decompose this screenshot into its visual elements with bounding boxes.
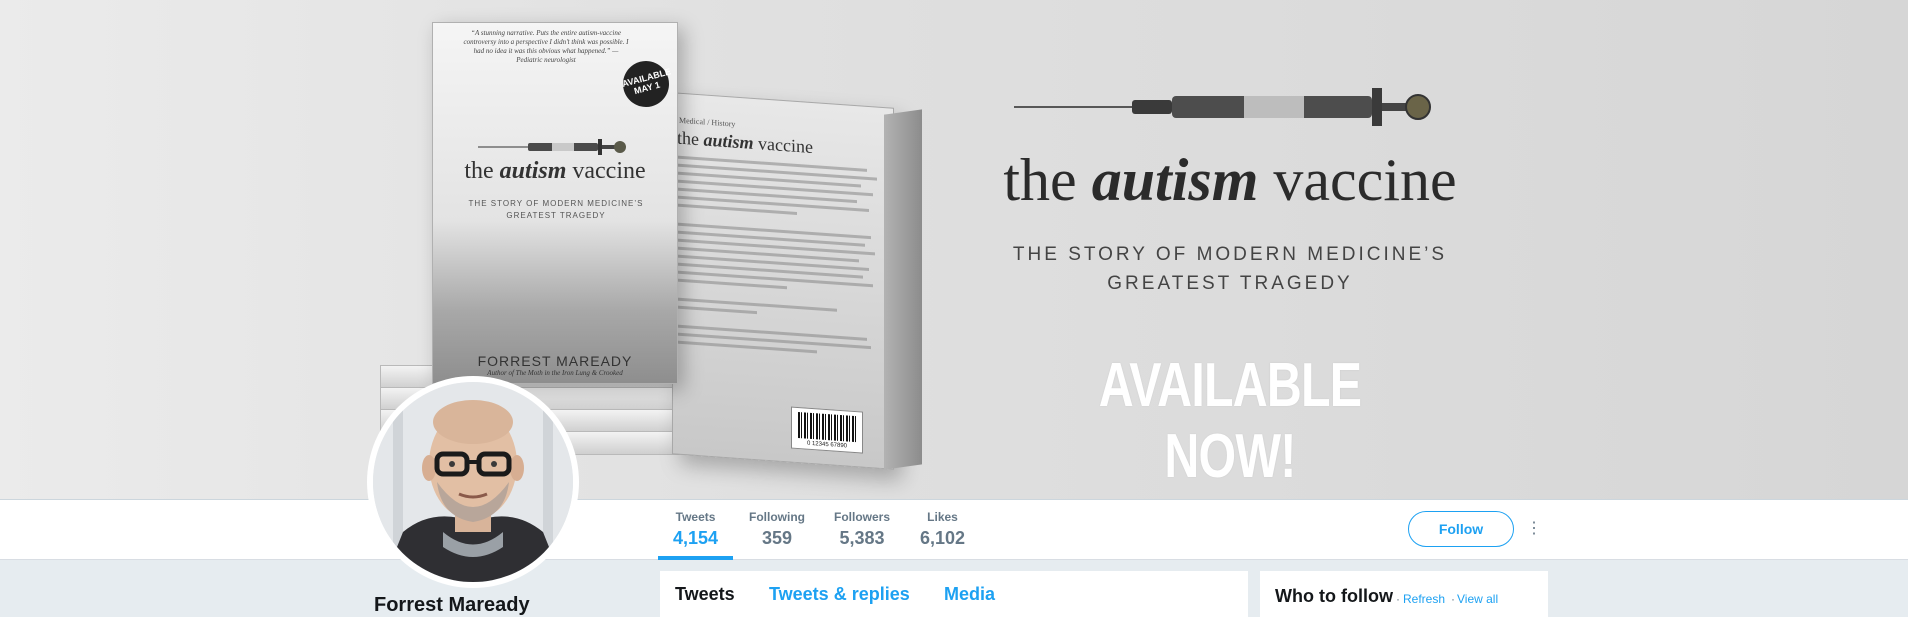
book-spine (884, 109, 922, 470)
back-title-suffix: vaccine (758, 133, 813, 158)
cover-subtitle: THE STORY OF MODERN MEDICINE’S GREATEST … (468, 199, 644, 220)
more-options-icon[interactable]: ⋮ (1526, 518, 1542, 540)
stat-likes[interactable]: Likes 6,102 (920, 510, 965, 549)
cover-title: the autism vaccine (433, 158, 677, 185)
follow-button[interactable]: Follow (1408, 511, 1514, 547)
headline-title: the autism vaccine (980, 146, 1480, 215)
stat-tweets[interactable]: Tweets 4,154 (673, 510, 718, 549)
back-cover-text (677, 155, 877, 363)
stat-followers[interactable]: Followers 5,383 (834, 510, 890, 549)
back-title-prefix: the (677, 127, 699, 150)
refresh-link[interactable]: Refresh (1403, 592, 1445, 606)
headline-subtitle-line2: GREATEST TRAGEDY (1107, 273, 1353, 294)
syringe-icon (478, 139, 626, 155)
cover-title-suffix: vaccine (572, 158, 646, 184)
headline-title-prefix: the (1003, 147, 1077, 213)
barcode: 0 12345 67890 (791, 406, 863, 454)
avatar[interactable] (367, 376, 579, 588)
stat-label: Likes (927, 510, 958, 524)
stat-value: 6,102 (920, 528, 966, 548)
back-cover-category: Medical / History (679, 115, 736, 129)
cover-title-prefix: the (464, 158, 494, 184)
timeline-tabs: Tweets Tweets & replies Media (660, 571, 1248, 617)
who-to-follow-card: Who to follow · Refresh · View all (1260, 571, 1548, 617)
headline-title-suffix: vaccine (1273, 147, 1457, 213)
headline-subtitle-line1: THE STORY OF MODERN MEDICINE’S (1012, 244, 1448, 265)
stat-following[interactable]: Following 359 (749, 510, 805, 549)
tab-tweets-replies[interactable]: Tweets & replies (769, 584, 910, 605)
profile-banner[interactable]: Medical / History the autism vaccine 0 1… (0, 0, 1908, 500)
cover-author: FORREST MAREADY (477, 353, 633, 369)
stat-value: 359 (761, 528, 793, 548)
cover-title-emphasis: autism (499, 158, 567, 184)
stat-value: 5,383 (839, 528, 885, 548)
back-cover-title: the autism vaccine (677, 128, 813, 159)
profile-name[interactable]: Forrest Maready (374, 594, 530, 617)
syringe-icon (1014, 88, 1431, 126)
avatar-photo (373, 382, 573, 582)
back-title-emphasis: autism (703, 129, 754, 153)
tab-media[interactable]: Media (944, 584, 995, 605)
separator-dot: · (1396, 592, 1400, 606)
stat-label: Followers (834, 510, 891, 524)
stat-label: Tweets (675, 510, 716, 524)
tab-tweets[interactable]: Tweets (675, 584, 735, 605)
book-front-cover: “A stunning narrative. Puts the entire a… (432, 22, 678, 384)
cover-quote: “A stunning narrative. Puts the entire a… (463, 29, 629, 64)
book-back-cover: Medical / History the autism vaccine 0 1… (672, 92, 894, 470)
stat-label: Following (749, 510, 805, 524)
headline-title-emphasis: autism (1091, 147, 1259, 213)
separator-dot: · (1451, 592, 1455, 606)
person-icon (373, 382, 573, 582)
view-all-link[interactable]: View all (1457, 592, 1498, 606)
headline-subtitle: THE STORY OF MODERN MEDICINE’S GREATEST … (980, 240, 1480, 298)
who-to-follow-title: Who to follow (1275, 586, 1393, 606)
available-now-text: AVAILABLE NOW! (1098, 351, 1362, 491)
stat-value: 4,154 (673, 528, 719, 548)
